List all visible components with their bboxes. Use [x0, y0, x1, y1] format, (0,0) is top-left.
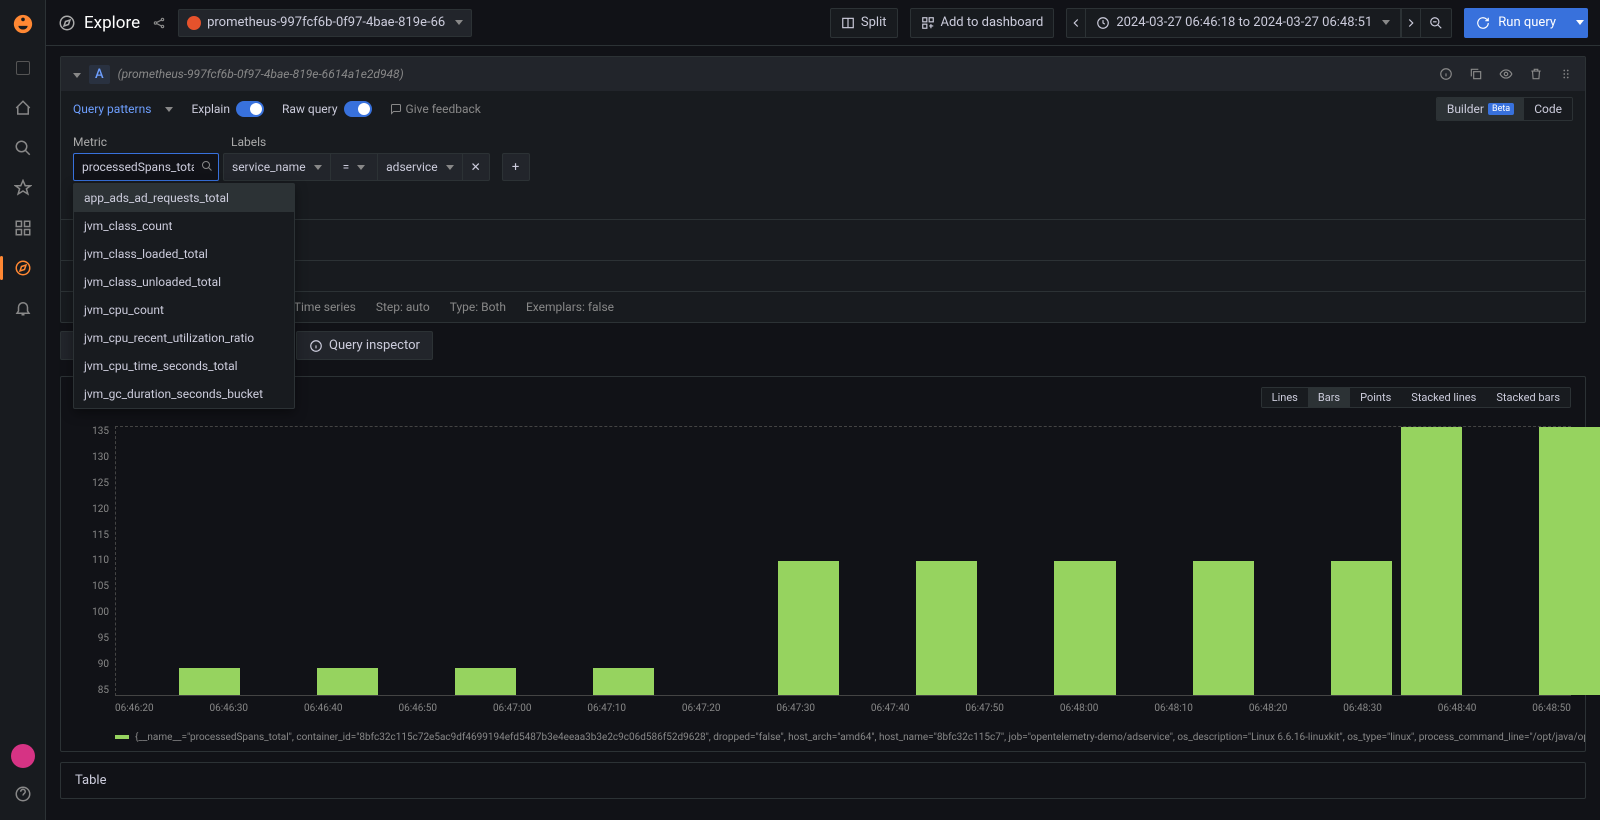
zoom-out-button[interactable] [1421, 8, 1452, 38]
time-forward-button[interactable] [1401, 8, 1421, 38]
query-patterns-button[interactable]: Query patterns [73, 102, 173, 116]
bar [916, 561, 977, 695]
run-query-dropdown[interactable] [1568, 8, 1588, 38]
query-header: A (prometheus-997fcf6b-0f97-4bae-819e-66… [61, 57, 1585, 91]
tab-points[interactable]: Points [1350, 388, 1401, 407]
y-axis: 135130125120115110105100959085 [75, 426, 109, 696]
page-title: Explore [84, 13, 140, 33]
topbar: Explore prometheus-997fcf6b-0f97-4bae-81… [46, 0, 1600, 46]
builder-tab[interactable]: BuilderBeta [1437, 98, 1524, 120]
metric-input[interactable] [73, 153, 219, 181]
bar [317, 668, 378, 695]
plot-area [115, 426, 1571, 696]
bar [1054, 561, 1115, 695]
info-icon[interactable] [1435, 63, 1457, 85]
dropdown-item[interactable]: jvm_class_count [74, 212, 294, 240]
add-to-dashboard-button[interactable]: Add to dashboard [910, 8, 1055, 38]
sidebar-open-icon[interactable] [7, 52, 39, 84]
x-axis: 06:46:2006:46:3006:46:4006:46:5006:47:00… [115, 703, 1571, 714]
explain-toggle[interactable] [236, 101, 264, 117]
tab-stacked-lines[interactable]: Stacked lines [1401, 388, 1486, 407]
dropdown-item[interactable]: jvm_class_unloaded_total [74, 268, 294, 296]
query-id: (prometheus-997fcf6b-0f97-4bae-819e-6614… [118, 67, 404, 81]
star-icon[interactable] [7, 172, 39, 204]
raw-query-toggle[interactable] [344, 101, 372, 117]
dropdown-item[interactable]: app_ads_ad_requests_total [74, 184, 294, 212]
dropdown-item[interactable]: jvm_cpu_count [74, 296, 294, 324]
compass-icon [58, 14, 76, 32]
bar [179, 668, 240, 695]
metric-label: Metric [73, 135, 219, 149]
bar [593, 668, 654, 695]
breadcrumb: Explore [58, 13, 140, 33]
apps-icon[interactable] [7, 212, 39, 244]
prometheus-icon [187, 16, 201, 30]
label-key-select[interactable]: service_name [223, 153, 331, 181]
explain-label: Explain [191, 102, 230, 116]
table-panel: Table [60, 762, 1586, 799]
feedback-link[interactable]: Give feedback [390, 102, 481, 116]
sidebar [0, 0, 46, 820]
label-remove-button[interactable]: ✕ [463, 153, 490, 181]
tab-stacked-bars[interactable]: Stacked bars [1486, 388, 1570, 407]
help-icon[interactable] [7, 778, 39, 810]
time-range-button[interactable]: 2024-03-27 06:46:18 to 2024-03-27 06:48:… [1086, 8, 1401, 38]
grafana-logo-icon[interactable] [7, 8, 39, 40]
labels-label: Labels [231, 135, 266, 149]
bar [1331, 561, 1392, 695]
collapse-icon[interactable] [69, 67, 81, 82]
search-icon[interactable] [7, 132, 39, 164]
copy-icon[interactable] [1465, 63, 1487, 85]
dropdown-item[interactable]: jvm_gc_duration_seconds_bucket [74, 380, 294, 408]
datasource-picker[interactable]: prometheus-997fcf6b-0f97-4bae-819e-66 [178, 9, 472, 37]
legend: {__name__="processedSpans_total", contai… [61, 728, 1585, 751]
graph-style-tabs: Lines Bars Points Stacked lines Stacked … [1261, 387, 1571, 408]
chevron-down-icon [1382, 20, 1390, 25]
time-range-group: 2024-03-27 06:46:18 to 2024-03-27 06:48:… [1066, 8, 1452, 38]
tab-lines[interactable]: Lines [1262, 388, 1308, 407]
bar [455, 668, 516, 695]
query-inspector-button[interactable]: Query inspector [296, 331, 433, 360]
home-icon[interactable] [7, 92, 39, 124]
share-icon[interactable] [152, 16, 166, 30]
search-icon [201, 160, 213, 172]
query-row: A (prometheus-997fcf6b-0f97-4bae-819e-66… [60, 56, 1586, 323]
time-back-button[interactable] [1066, 8, 1086, 38]
eye-icon[interactable] [1495, 63, 1517, 85]
legend-swatch [115, 735, 129, 739]
chevron-down-icon [455, 20, 463, 25]
tab-bars[interactable]: Bars [1308, 388, 1350, 407]
dropdown-item[interactable]: jvm_cpu_recent_utilization_ratio [74, 324, 294, 352]
chevron-down-icon [1576, 20, 1584, 25]
graph-panel: Graph Lines Bars Points Stacked lines St… [60, 376, 1586, 752]
metric-dropdown: app_ads_ad_requests_total jvm_class_coun… [73, 183, 295, 409]
table-title: Table [75, 773, 106, 788]
split-button[interactable]: Split [830, 8, 898, 38]
label-filter: service_name = adservice ✕ [223, 153, 490, 181]
chart-area[interactable]: 135130125120115110105100959085 06:46:200… [61, 418, 1585, 728]
avatar[interactable] [11, 744, 35, 768]
run-query-button[interactable]: Run query [1464, 8, 1568, 38]
dropdown-item[interactable]: jvm_cpu_time_seconds_total [74, 352, 294, 380]
bar [778, 561, 839, 695]
dropdown-item[interactable]: jvm_class_loaded_total [74, 240, 294, 268]
drag-icon[interactable] [1555, 63, 1577, 85]
mode-tabs: BuilderBeta Code [1436, 97, 1573, 121]
query-letter[interactable]: A [89, 65, 110, 84]
add-label-button[interactable]: + [502, 153, 530, 181]
explore-icon[interactable] [7, 252, 39, 284]
label-op-select[interactable]: = [331, 153, 378, 181]
bar [1539, 427, 1600, 695]
code-tab[interactable]: Code [1524, 98, 1572, 120]
bell-icon[interactable] [7, 292, 39, 324]
label-value-select[interactable]: adservice [377, 153, 462, 181]
raw-query-label: Raw query [282, 102, 338, 116]
bar [1193, 561, 1254, 695]
trash-icon[interactable] [1525, 63, 1547, 85]
bar [1401, 427, 1462, 695]
